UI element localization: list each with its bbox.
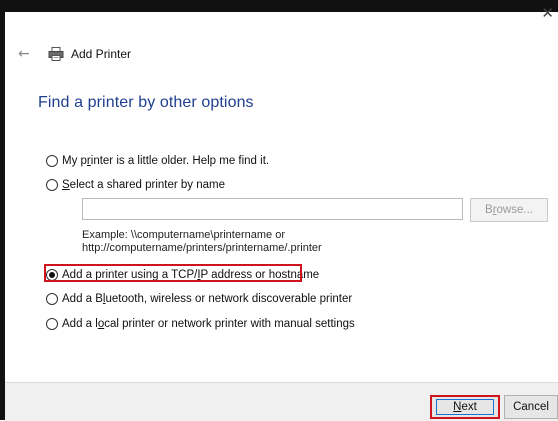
- window-header: ← Add Printer: [18, 44, 131, 64]
- option-shared-printer[interactable]: Select a shared printer by name: [46, 176, 225, 194]
- option-bluetooth-printer[interactable]: Add a Bluetooth, wireless or network dis…: [46, 290, 352, 308]
- option-label: My printer is a little older. Help me fi…: [62, 155, 270, 167]
- radio-bluetooth-printer[interactable]: [46, 293, 58, 305]
- option-older-printer[interactable]: My printer is a little older. Help me fi…: [46, 152, 269, 170]
- back-arrow-icon[interactable]: ←: [18, 46, 40, 62]
- radio-older-printer[interactable]: [46, 155, 58, 167]
- cancel-button[interactable]: Cancel: [504, 395, 558, 419]
- radio-local-printer[interactable]: [46, 318, 58, 330]
- option-local-printer[interactable]: Add a local printer or network printer w…: [46, 315, 355, 333]
- page-title: Find a printer by other options: [38, 94, 254, 111]
- radio-shared-printer[interactable]: [46, 179, 58, 191]
- option-label: Select a shared printer by name: [62, 179, 226, 191]
- shared-printer-example: Example: \\computername\printername or h…: [82, 229, 442, 255]
- tcpip-highlight-box: [44, 264, 302, 282]
- example-line-2: http://computername/printers/printername…: [82, 242, 322, 254]
- next-button-label: Next: [436, 399, 494, 415]
- option-label: Add a Bluetooth, wireless or network dis…: [62, 293, 353, 305]
- example-line-1: Example: \\computername\printername or: [82, 229, 285, 241]
- browse-button[interactable]: Br owse...: [470, 198, 548, 222]
- option-label: Add a local printer or network printer w…: [62, 318, 355, 330]
- close-icon[interactable]: ✕: [541, 6, 554, 21]
- printer-icon: [48, 47, 64, 61]
- window-title: Add Printer: [71, 47, 132, 61]
- shared-printer-input[interactable]: [82, 198, 463, 220]
- next-button[interactable]: Next: [430, 395, 500, 419]
